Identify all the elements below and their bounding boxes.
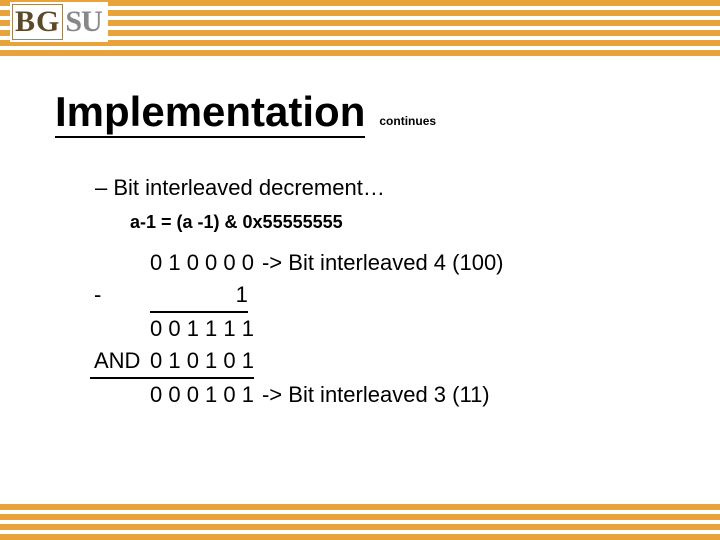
stripe [0,0,720,6]
stripe [0,40,720,46]
calc-bits: 1 [150,279,248,313]
title-row: Implementation continues [55,90,436,138]
calc-bits: 0 1 0 1 0 1 [150,345,254,379]
calc-bits: 0 0 0 1 0 1 [150,379,254,411]
subtitle: – Bit interleaved decrement… [95,175,385,201]
calc-note: -> Bit interleaved 3 (11) [262,379,490,411]
calc-op-and: AND [90,345,150,379]
formula: a-1 = (a -1) & 0x55555555 [130,212,343,233]
calc-row: - 1 [90,279,504,313]
calc-row: 0 1 0 0 0 0 -> Bit interleaved 4 (100) [90,247,504,279]
continues-label: continues [379,114,436,138]
calc-op-minus: - [90,279,150,311]
stripe [0,30,720,36]
stripe [0,10,720,16]
stripe [0,524,720,530]
stripe [0,50,720,56]
calculation-block: 0 1 0 0 0 0 -> Bit interleaved 4 (100) -… [90,247,504,410]
calc-bits: 0 0 1 1 1 1 [150,313,254,345]
page-title: Implementation [55,90,365,138]
calc-row: 0 0 0 1 0 1 -> Bit interleaved 3 (11) [90,379,504,411]
stripe [0,534,720,540]
top-stripe-group [0,0,720,62]
calc-bits: 0 1 0 0 0 0 [150,247,254,279]
calc-note: -> Bit interleaved 4 (100) [262,247,504,279]
stripe [0,20,720,26]
stripe [0,514,720,520]
bgsu-logo: BG SU [10,2,108,42]
calc-row: AND 0 1 0 1 0 1 [90,345,504,379]
calc-row: 0 0 1 1 1 1 [90,313,504,345]
logo-bg: BG [12,4,63,40]
logo-su: SU [65,5,101,39]
stripe [0,504,720,510]
bottom-stripe-group [0,502,720,540]
